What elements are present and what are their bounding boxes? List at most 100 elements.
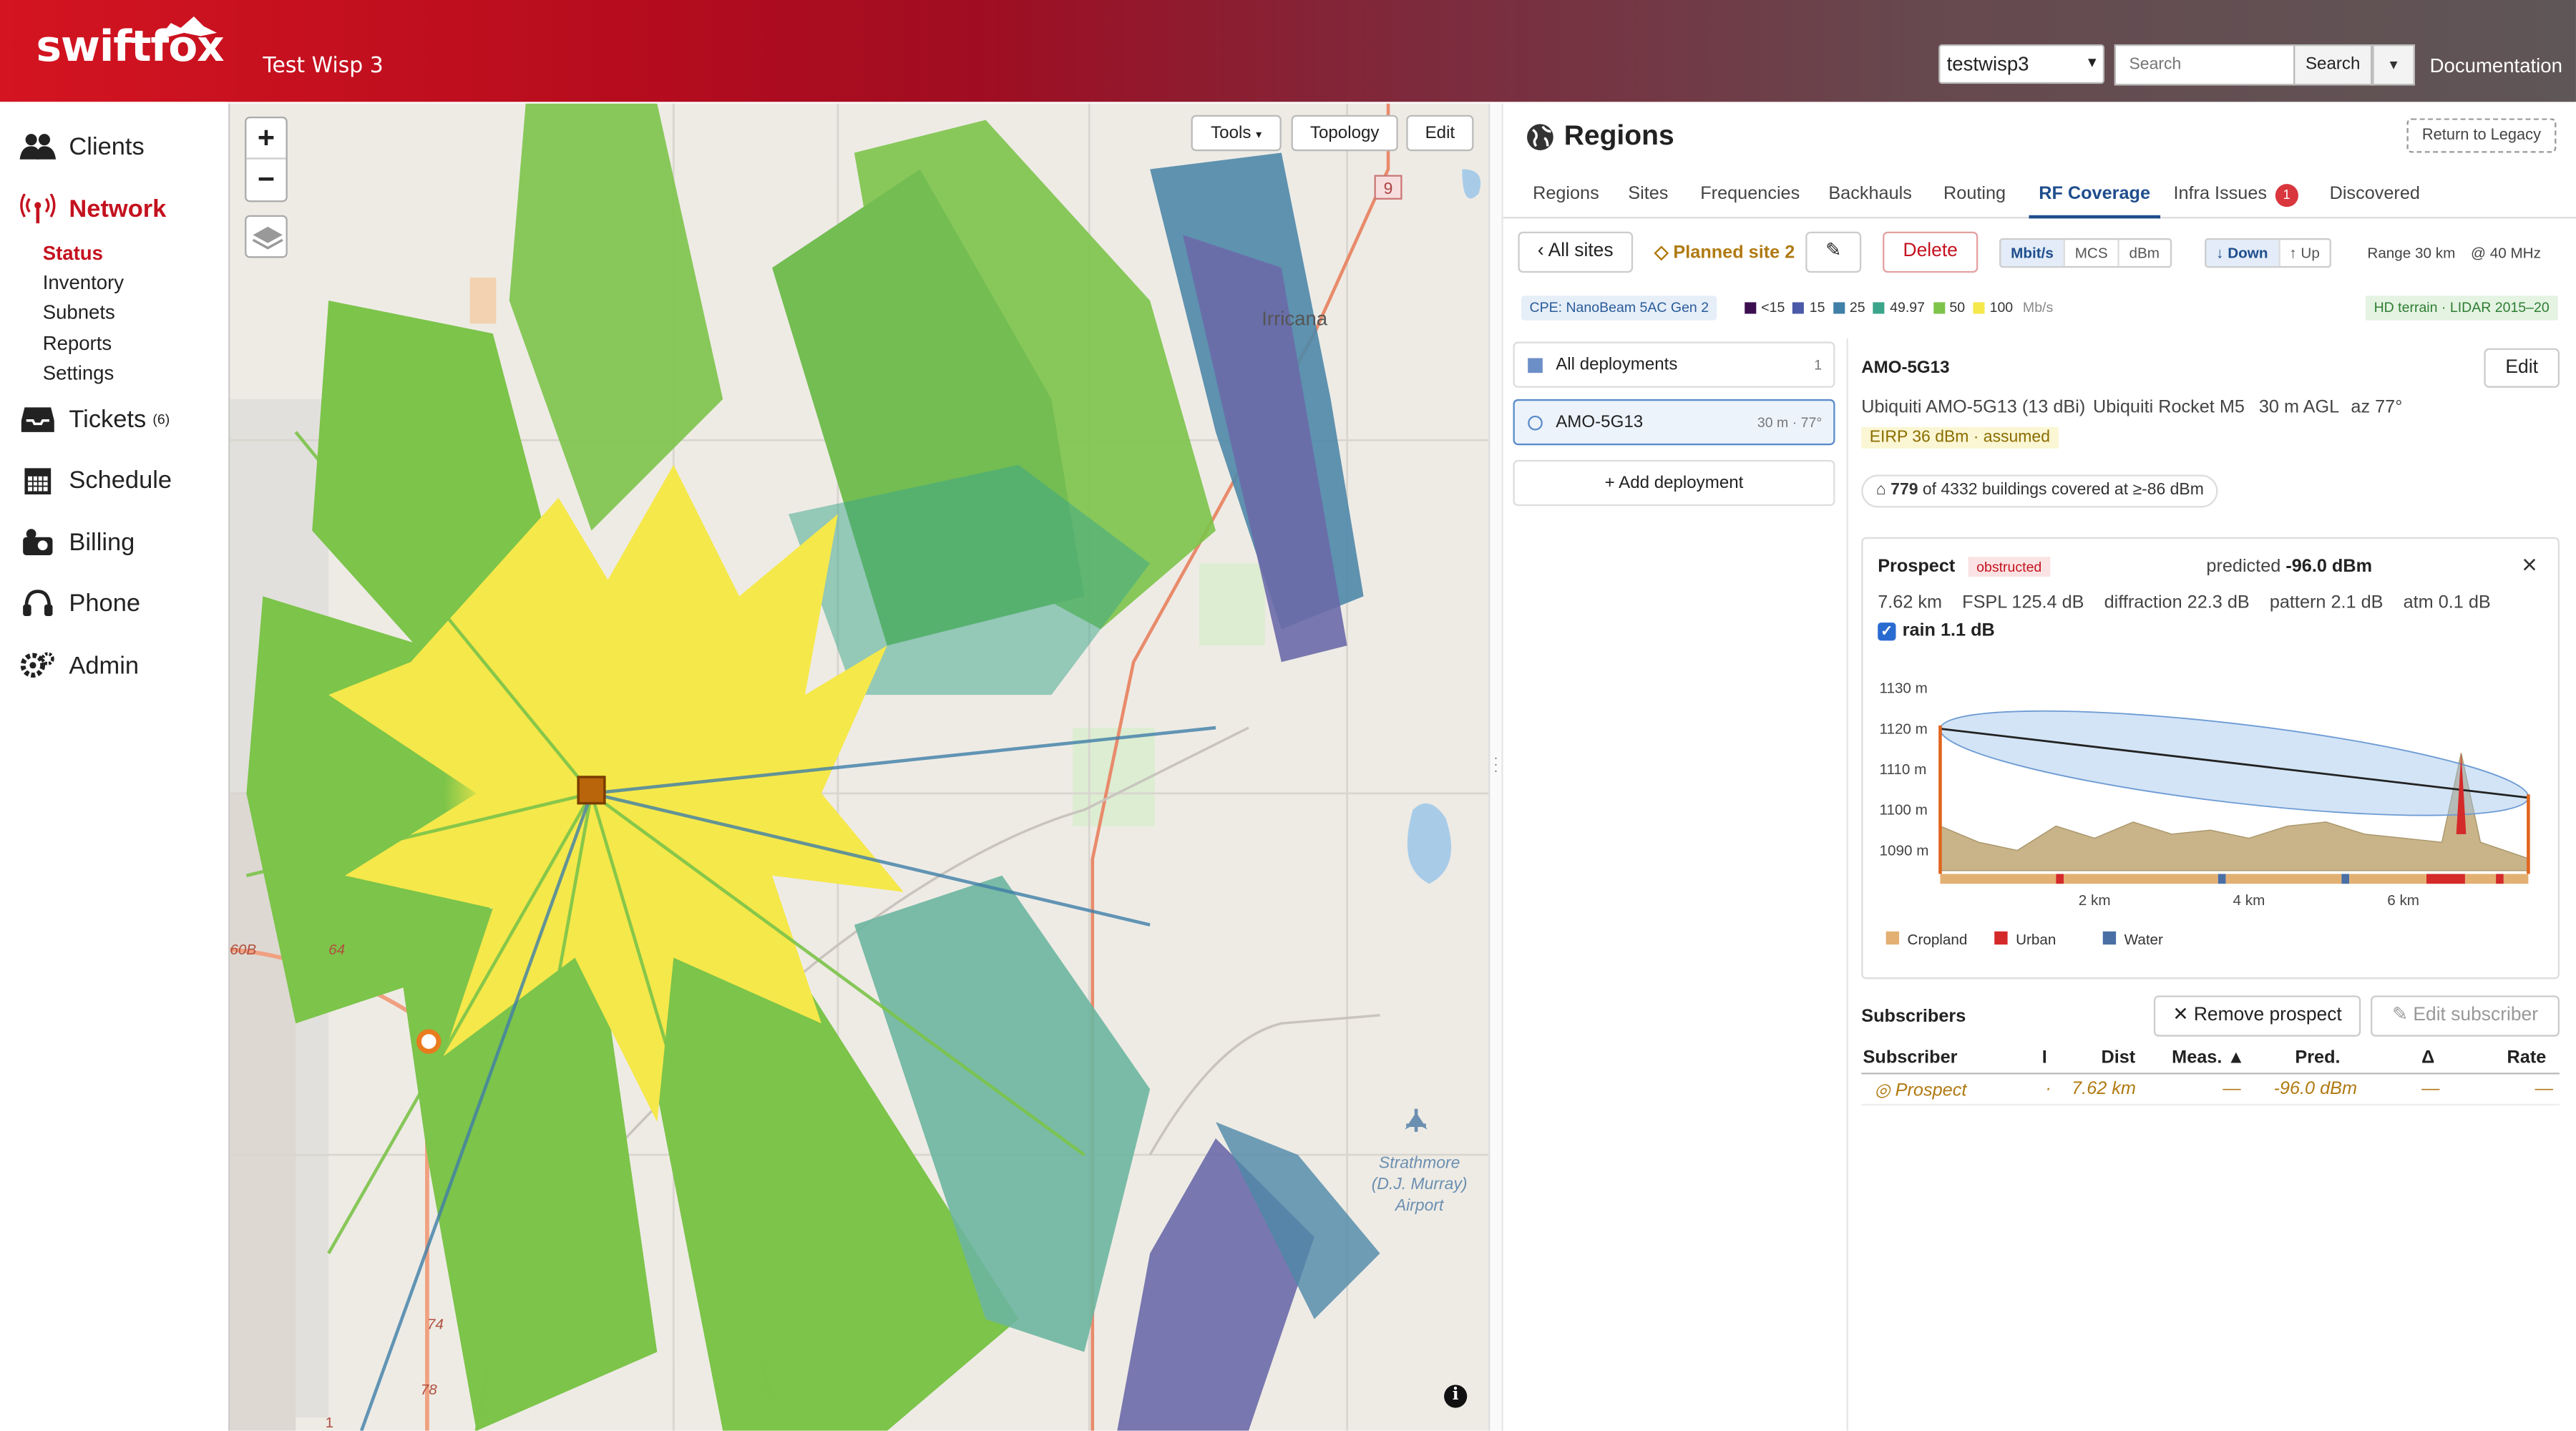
deployment-edit-button[interactable]: Edit bbox=[2484, 348, 2560, 388]
tab-infra-issues[interactable]: Infra Issues 1 bbox=[2173, 184, 2298, 207]
legend-label: <15 bbox=[1761, 298, 1785, 316]
sidebar-item-label: Phone bbox=[69, 589, 141, 617]
col-subscriber[interactable]: Subscriber bbox=[1863, 1048, 1958, 1068]
col-i[interactable]: I bbox=[2042, 1048, 2047, 1068]
buildings-covered-count: 779 bbox=[1890, 481, 1918, 499]
table-row[interactable]: ◎ Prospect · 7.62 km — -96.0 dBm — — bbox=[1861, 1079, 2560, 1106]
sidebar-item-phone[interactable]: Phone bbox=[20, 588, 140, 617]
info-icon[interactable]: i bbox=[1444, 1384, 1468, 1408]
add-deployment-button[interactable]: + Add deployment bbox=[1513, 459, 1835, 507]
unit-mbits-option[interactable]: Mbit/s bbox=[2001, 240, 2065, 266]
sidebar-sub-inventory[interactable]: Inventory bbox=[43, 271, 124, 294]
y-tick-label: 1090 m bbox=[1880, 842, 1929, 859]
rain-toggle[interactable]: ✓ rain 1.1 dB bbox=[1878, 621, 1995, 640]
sidebar-sub-reports[interactable]: Reports bbox=[43, 332, 112, 355]
tab-frequencies[interactable]: Frequencies bbox=[1700, 184, 1800, 204]
top-bar: swiftfox Test Wisp 3 testwisp3 ▾ Search ▼… bbox=[0, 0, 2576, 102]
atm-value: atm 0.1 dB bbox=[2403, 592, 2491, 613]
all-sites-button[interactable]: ‹ All sites bbox=[1518, 231, 1634, 273]
edit-subscriber-button[interactable]: ✎ Edit subscriber bbox=[2370, 995, 2560, 1037]
unit-dbm-option[interactable]: dBm bbox=[2119, 240, 2170, 266]
zoom-control: + − bbox=[245, 117, 288, 202]
sidebar-item-admin[interactable]: Admin bbox=[20, 650, 140, 680]
deployment-name: AMO-5G13 bbox=[1861, 358, 1950, 378]
col-dist[interactable]: Dist bbox=[2101, 1048, 2135, 1068]
panel-resize-handle[interactable]: · · · bbox=[1488, 103, 1503, 1431]
remove-prospect-button[interactable]: ✕ Remove prospect bbox=[2153, 995, 2361, 1037]
unit-mcs-option[interactable]: MCS bbox=[2065, 240, 2119, 266]
pattern-value: pattern 2.1 dB bbox=[2269, 592, 2384, 613]
col-pred[interactable]: Pred. bbox=[2295, 1048, 2340, 1068]
search-button[interactable]: Search bbox=[2293, 44, 2373, 86]
tab-rf-coverage[interactable]: RF Coverage bbox=[2029, 184, 2160, 219]
tools-button[interactable]: Tools ▾ bbox=[1191, 114, 1282, 152]
hd-terrain-badge: HD terrain · LIDAR 2015–20 bbox=[2366, 296, 2558, 321]
delete-site-button[interactable]: Delete bbox=[1883, 231, 1979, 273]
direction-down-option[interactable]: ↓ Down bbox=[2206, 240, 2280, 266]
tab-routing[interactable]: Routing bbox=[1943, 184, 2006, 204]
sidebar-sub-subnets[interactable]: Subnets bbox=[43, 301, 115, 323]
legend-label: Water bbox=[2124, 932, 2163, 948]
col-delta[interactable]: Δ bbox=[2421, 1048, 2434, 1068]
legend-swatch bbox=[1885, 931, 1900, 945]
distance-value: 7.62 km bbox=[1878, 592, 1943, 613]
cell-pred: -96.0 dBm bbox=[2273, 1079, 2358, 1099]
rate-legend: <15 15 25 49.97 50 100 Mb/s bbox=[1737, 299, 2053, 316]
landcover-segment bbox=[2341, 874, 2350, 884]
coverage-map[interactable]: 9 60B 64 74 78 1 Irricana Strathmore (D.… bbox=[228, 103, 1489, 1431]
road-64-label: 64 bbox=[328, 942, 345, 958]
sidebar-sub-settings[interactable]: Settings bbox=[43, 361, 114, 384]
zoom-in-button[interactable]: + bbox=[246, 118, 286, 160]
sidebar-item-tickets[interactable]: Tickets (6) bbox=[20, 404, 170, 434]
tools-label: Tools bbox=[1211, 123, 1252, 143]
tab-sites[interactable]: Sites bbox=[1628, 184, 1668, 204]
col-meas[interactable]: Meas. ▲ bbox=[2172, 1048, 2245, 1068]
search-dropdown-button[interactable]: ▼ bbox=[2372, 44, 2415, 86]
landcover-segment bbox=[2503, 874, 2529, 884]
sidebar-item-clients[interactable]: Clients bbox=[19, 132, 145, 161]
caret-down-icon: ▾ bbox=[1256, 130, 1262, 142]
brand-logo[interactable]: swiftfox bbox=[36, 16, 225, 72]
globe-icon bbox=[1527, 123, 1553, 150]
y-tick-label: 1120 m bbox=[1880, 721, 1928, 737]
deployment-item-amo-5g13[interactable]: AMO-5G13 30 m · 77° bbox=[1513, 399, 1835, 446]
layers-button[interactable] bbox=[245, 215, 288, 258]
users-icon bbox=[19, 134, 57, 160]
tab-regions[interactable]: Regions bbox=[1533, 184, 1599, 204]
instance-name: Test Wisp 3 bbox=[263, 54, 384, 79]
billing-icon bbox=[23, 529, 53, 556]
all-deployments-item[interactable]: All deployments 1 bbox=[1513, 341, 1835, 388]
org-select[interactable]: testwisp3 ▾ bbox=[1938, 44, 2105, 84]
sidebar-sub-status[interactable]: Status bbox=[43, 241, 103, 264]
sidebar-item-schedule[interactable]: Schedule bbox=[20, 465, 172, 495]
prospect-title-text: Prospect bbox=[1878, 557, 1956, 577]
search-input[interactable] bbox=[2114, 44, 2296, 86]
zoom-out-button[interactable]: − bbox=[246, 160, 286, 200]
tab-backhauls[interactable]: Backhauls bbox=[1828, 184, 1912, 204]
x-tick-label: 6 km bbox=[2387, 892, 2419, 909]
range-label: Range 30 km bbox=[2367, 245, 2456, 262]
sidebar-item-network[interactable]: Network bbox=[20, 193, 167, 224]
cell-delta: — bbox=[2421, 1079, 2440, 1099]
direction-up-option[interactable]: ↑ Up bbox=[2280, 240, 2330, 266]
map-edit-button[interactable]: Edit bbox=[1406, 114, 1474, 152]
checkbox-checked-icon[interactable]: ✓ bbox=[1878, 621, 1896, 640]
cell-meas: — bbox=[2223, 1079, 2241, 1099]
return-to-legacy-button[interactable]: Return to Legacy bbox=[2406, 118, 2557, 153]
terrain-profile-chart: 1090 m 1100 m 1110 m 1120 m 1130 m 2 km 4 km 6 … bbox=[1880, 680, 2530, 948]
topology-button[interactable]: Topology bbox=[1291, 114, 1398, 152]
col-rate[interactable]: Rate bbox=[2507, 1048, 2547, 1068]
landcover-segment bbox=[2225, 874, 2342, 884]
close-icon[interactable]: × bbox=[2522, 552, 2537, 581]
cell-subscriber: ◎ Prospect bbox=[1874, 1080, 1967, 1101]
sidebar-item-billing[interactable]: Billing bbox=[20, 527, 135, 557]
close-icon: ✕ bbox=[2172, 1005, 2189, 1025]
regions-panel: Regions Return to Legacy Regions Sites F… bbox=[1503, 103, 2576, 1431]
deployment-meta: 30 m · 77° bbox=[1757, 414, 1823, 431]
inbox-icon bbox=[21, 407, 54, 432]
documentation-link[interactable]: Documentation bbox=[2430, 54, 2562, 77]
cpe-badge[interactable]: CPE: NanoBeam 5AC Gen 2 bbox=[1521, 296, 1717, 321]
rename-site-button[interactable]: ✎ bbox=[1805, 231, 1862, 273]
tab-discovered[interactable]: Discovered bbox=[2330, 184, 2420, 204]
panel-tabs: Regions Sites Frequencies Backhauls Rout… bbox=[1503, 172, 2576, 219]
